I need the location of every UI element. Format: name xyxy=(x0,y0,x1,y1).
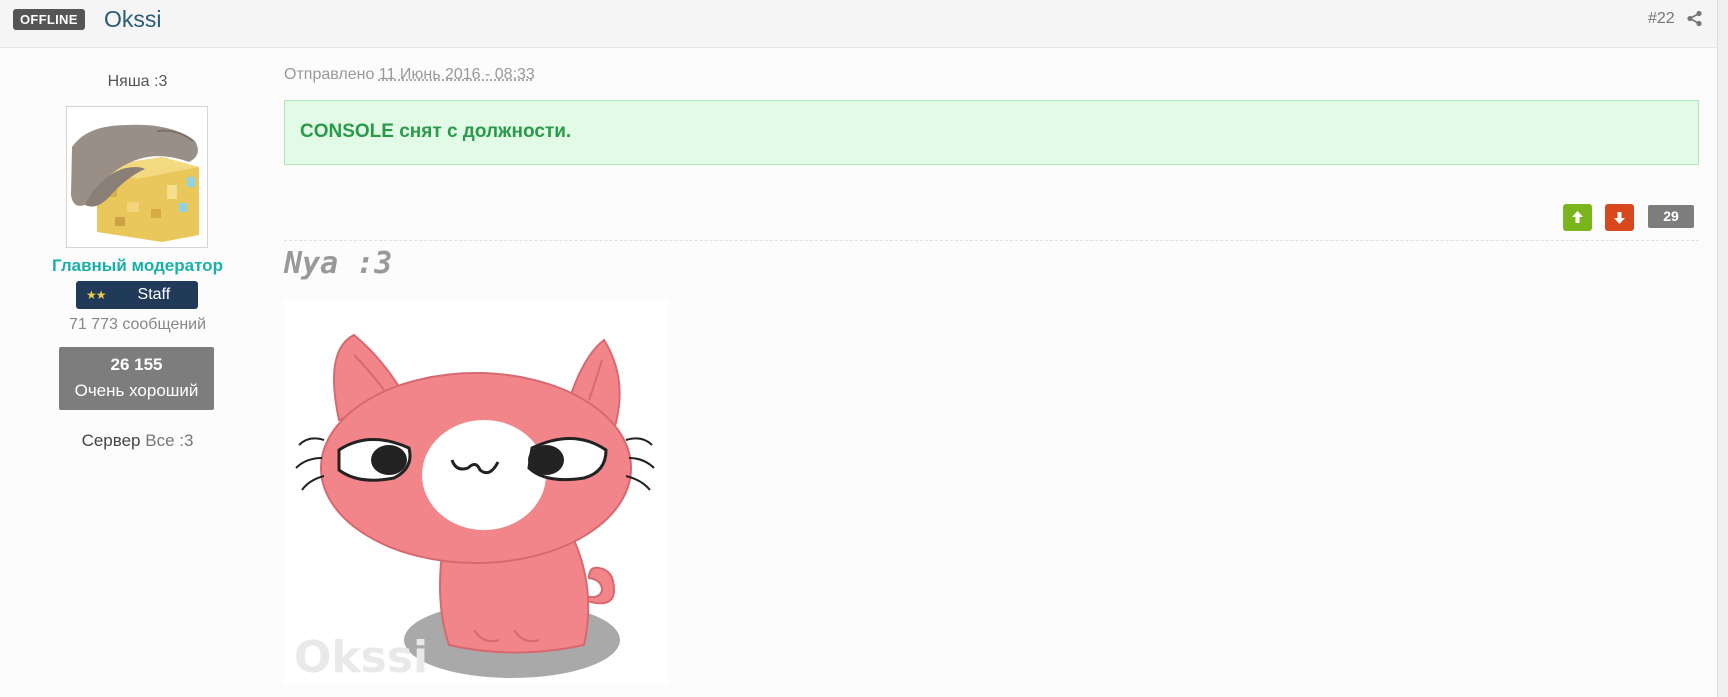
vote-count: 29 xyxy=(1648,205,1694,228)
server-field: Сервер Все :3 xyxy=(0,431,275,451)
star-icon: ★★ xyxy=(86,288,106,302)
signature-separator xyxy=(284,240,1699,241)
forum-post: OFFLINE Okssi #22 Няша :3 Главный модера… xyxy=(0,0,1717,697)
moderator-notice: CONSOLE снят с должности. xyxy=(284,100,1699,165)
signature-image: Okssi xyxy=(284,300,668,684)
post-date: Отправлено 11 Июнь 2016 - 08:33 xyxy=(284,66,535,84)
share-icon[interactable] xyxy=(1686,10,1703,32)
avatar[interactable] xyxy=(66,106,208,248)
vertical-scrollbar[interactable] xyxy=(1717,0,1728,697)
badge-label: Staff xyxy=(137,286,171,303)
author-name-link[interactable]: Okssi xyxy=(104,6,162,33)
date-value: 11 Июнь 2016 - 08:33 xyxy=(378,66,535,83)
reputation-label: Очень хороший xyxy=(74,381,199,400)
post-count: 71 773 сообщений xyxy=(68,316,207,333)
user-title: Няша :3 xyxy=(107,73,168,90)
server-value: Все :3 xyxy=(145,431,194,450)
staff-badge: ★★ Staff xyxy=(76,281,198,309)
image-watermark: Okssi xyxy=(294,632,428,683)
date-prefix: Отправлено xyxy=(284,66,375,83)
arrow-up-icon xyxy=(1572,211,1583,223)
post-number-link[interactable]: #22 xyxy=(1648,10,1675,28)
reputation-value: 26 155 xyxy=(110,355,163,374)
signature-text: Nya :3 xyxy=(284,246,393,281)
reputation-box: 26 155 Очень хороший xyxy=(59,347,214,410)
group-name: Главный модератор xyxy=(52,256,223,275)
server-label: Сервер xyxy=(81,431,141,450)
offline-badge: OFFLINE xyxy=(13,9,85,30)
vote-down-button[interactable] xyxy=(1605,204,1634,231)
post-header: OFFLINE Okssi #22 xyxy=(0,0,1717,48)
vote-up-button[interactable] xyxy=(1563,204,1592,231)
notice-text: CONSOLE снят с должности. xyxy=(300,121,572,142)
arrow-down-icon xyxy=(1614,212,1625,224)
